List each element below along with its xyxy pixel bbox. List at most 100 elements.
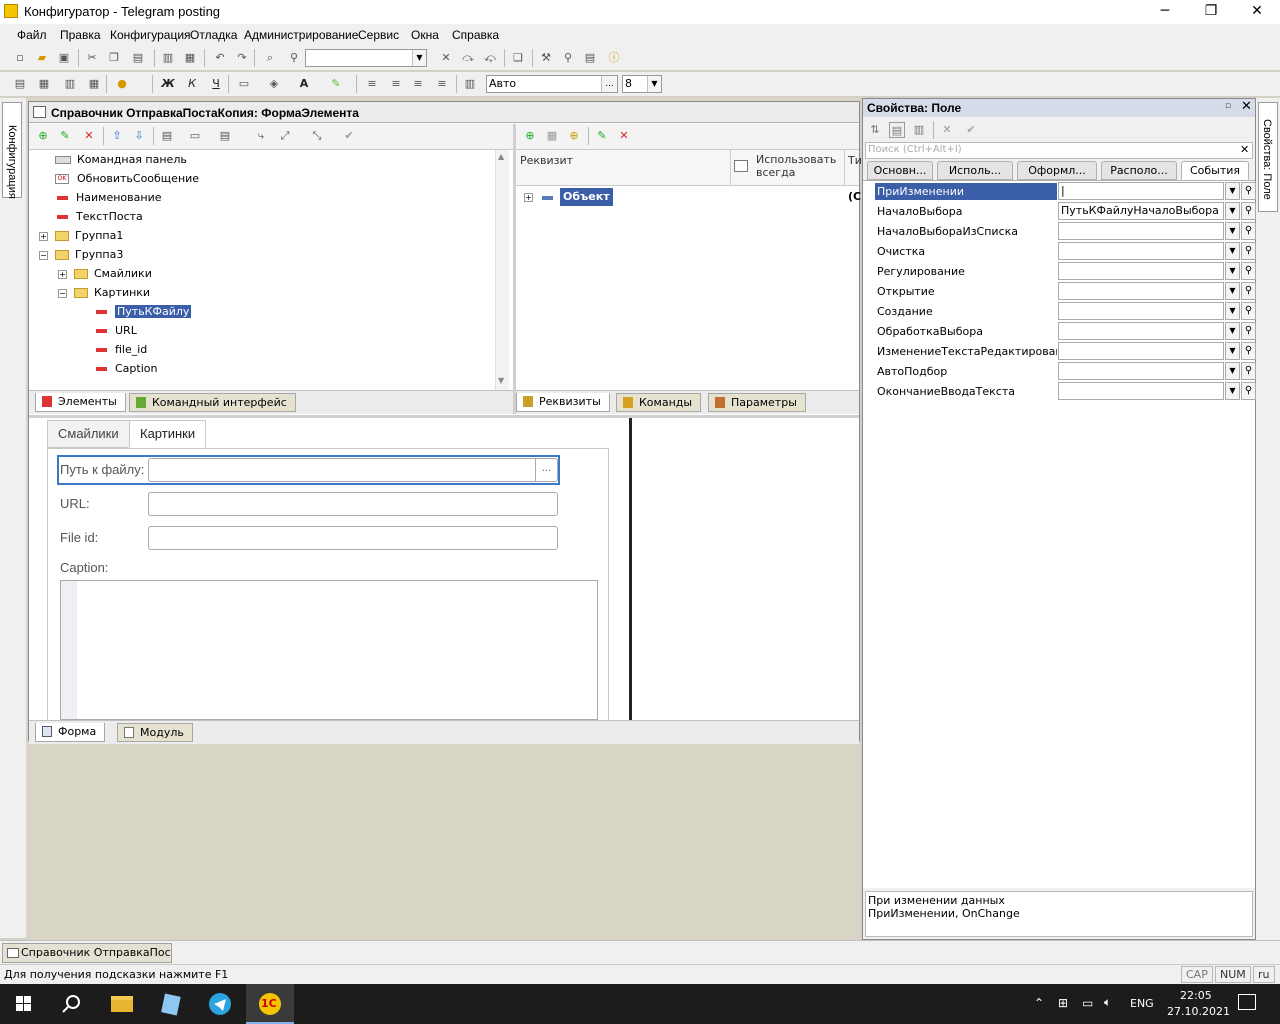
prop-tab-events[interactable]: События xyxy=(1181,161,1249,180)
property-row[interactable]: ИзменениеТекстаРедактирования ▼ ⚲ xyxy=(873,341,1256,361)
clock-time[interactable]: 22:05 xyxy=(1180,989,1212,1002)
preview-tab-smileys[interactable]: Смайлики xyxy=(47,420,130,448)
search-icon[interactable]: ⚲ xyxy=(1241,182,1256,200)
underline-icon[interactable]: Ч xyxy=(208,76,224,92)
syntax-assistant-icon[interactable]: ⚒ xyxy=(538,50,554,66)
property-value[interactable] xyxy=(1058,382,1224,400)
tab-form[interactable]: Форма xyxy=(35,723,106,742)
chevron-down-icon[interactable]: ▼ xyxy=(1225,322,1240,340)
chevron-down-icon[interactable]: ▼ xyxy=(1225,302,1240,320)
property-value[interactable] xyxy=(1058,302,1224,320)
language-indicator[interactable]: ru xyxy=(1253,966,1275,983)
search-icon[interactable]: ⚲ xyxy=(1241,242,1256,260)
move-up-icon[interactable]: ⇧ xyxy=(109,128,125,144)
resize-icon[interactable]: ⤢ xyxy=(277,128,293,144)
clear-search-icon[interactable]: ✕ xyxy=(1240,143,1249,156)
tree-item-post-text[interactable]: ТекстПоста xyxy=(57,207,143,226)
tree-item-pictures[interactable]: Картинки xyxy=(74,283,150,302)
tree-item-group3[interactable]: Группа3 xyxy=(55,245,123,264)
notifications-icon[interactable] xyxy=(1238,994,1256,1010)
property-row[interactable]: Создание ▼ ⚲ xyxy=(873,301,1256,321)
delete-icon[interactable]: ✕ xyxy=(81,128,97,144)
close-button[interactable]: ✕ xyxy=(1234,0,1280,24)
property-row[interactable]: АвтоПодбор ▼ ⚲ xyxy=(873,361,1256,381)
database-icon[interactable]: ▥ xyxy=(62,76,78,92)
prop-tab-appearance[interactable]: Оформл... xyxy=(1017,161,1097,180)
expand-icon[interactable]: ⤡ xyxy=(309,128,325,144)
file-path-input[interactable]: ... xyxy=(148,458,558,482)
font-dots-button[interactable]: ... xyxy=(601,76,617,92)
search-icon[interactable]: ⚲ xyxy=(1241,362,1256,380)
scroll-down-icon[interactable]: ▼ xyxy=(498,376,504,385)
categories-icon[interactable]: ▤ xyxy=(889,122,905,138)
clock-date[interactable]: 27.10.2021 xyxy=(1167,1005,1230,1018)
properties-icon[interactable]: ▤ xyxy=(159,128,175,144)
search-icon[interactable]: ⚲ xyxy=(286,50,302,66)
open-icon[interactable]: ▰ xyxy=(34,50,50,66)
scroll-up-icon[interactable]: ▲ xyxy=(498,152,504,161)
tab-module[interactable]: Модуль xyxy=(117,723,193,742)
chevron-down-icon[interactable]: ▼ xyxy=(1225,282,1240,300)
font-size-combo[interactable]: 8 ▼ xyxy=(622,75,662,93)
chevron-down-icon[interactable]: ▼ xyxy=(1225,202,1240,220)
font-color-icon[interactable]: A xyxy=(296,76,312,92)
tree-item-file-path[interactable]: ПутьКФайлу xyxy=(96,302,192,321)
fill-color-icon[interactable]: ◈ xyxy=(266,76,282,92)
edit-icon[interactable]: ✎ xyxy=(57,128,73,144)
search-icon[interactable]: ⚲ xyxy=(1241,222,1256,240)
chevron-down-icon[interactable]: ▼ xyxy=(1225,382,1240,400)
property-value[interactable]: ПутьКФайлуНачалоВыбора xyxy=(1058,202,1224,220)
network-icon[interactable]: ⊞ xyxy=(1058,996,1068,1010)
chevron-down-icon[interactable]: ▼ xyxy=(647,76,661,92)
group-icon[interactable]: ▭ xyxy=(187,128,203,144)
volume-icon[interactable]: 🔈︎ xyxy=(1104,995,1111,1010)
find-in-icon[interactable]: ⌕ xyxy=(262,50,278,66)
property-value[interactable] xyxy=(1058,342,1224,360)
chevron-down-icon[interactable]: ▼ xyxy=(1225,222,1240,240)
filter-icon[interactable]: ▥ xyxy=(911,122,927,138)
tree-item-command-panel[interactable]: Командная панель xyxy=(55,150,187,169)
table-attribute-icon[interactable]: ▦ xyxy=(544,128,560,144)
expand-icon[interactable]: + xyxy=(58,270,67,279)
link-icon[interactable]: ⤷ xyxy=(253,128,269,144)
url-input[interactable] xyxy=(148,492,558,516)
sort-icon[interactable]: ⇅ xyxy=(867,122,883,138)
menu-edit[interactable]: Правка xyxy=(60,28,101,42)
cut-icon[interactable]: ✂ xyxy=(84,50,100,66)
window-list-item[interactable]: Справочник ОтправкаПоста... xyxy=(2,943,172,963)
tree-item-group1[interactable]: Группа1 xyxy=(55,226,123,245)
search-icon[interactable]: ⚲ xyxy=(1241,202,1256,220)
property-row[interactable]: Открытие ▼ ⚲ xyxy=(873,281,1256,301)
font-combo[interactable]: Авто... xyxy=(486,75,618,93)
column-attribute[interactable]: Реквизит xyxy=(520,154,573,167)
property-value[interactable] xyxy=(1058,282,1224,300)
search-icon[interactable]: ⚲ xyxy=(1241,322,1256,340)
expand-icon[interactable]: + xyxy=(524,193,533,202)
property-value[interactable] xyxy=(1058,362,1224,380)
file-path-select-button[interactable]: ... xyxy=(535,459,557,481)
configuration-panel-tab[interactable]: Конфигурация xyxy=(2,102,22,199)
menu-file[interactable]: Файл xyxy=(17,28,47,42)
prop-tab-usage[interactable]: Исполь... xyxy=(937,161,1013,180)
property-row[interactable]: НачалоВыбора ПутьКФайлуНачалоВыбора ▼ ⚲ xyxy=(873,201,1256,221)
caption-textarea[interactable] xyxy=(60,580,598,720)
start-button[interactable] xyxy=(0,984,48,1024)
tree-item-caption[interactable]: Caption xyxy=(96,359,157,378)
move-down-icon[interactable]: ⇩ xyxy=(131,128,147,144)
taskbar-explorer[interactable] xyxy=(98,984,146,1024)
save-icon[interactable]: ▣ xyxy=(56,50,72,66)
tree-item-smileys[interactable]: Смайлики xyxy=(74,264,152,283)
chevron-down-icon[interactable]: ▼ xyxy=(1225,342,1240,360)
search-icon[interactable]: ⚲ xyxy=(1241,262,1256,280)
attribute-object[interactable]: Объект xyxy=(560,188,613,206)
help-index-icon[interactable]: ▤ xyxy=(582,50,598,66)
paste-icon[interactable]: ▤ xyxy=(130,50,146,66)
italic-icon[interactable]: К xyxy=(184,76,200,92)
prop-tab-main[interactable]: Основн... xyxy=(867,161,933,180)
menu-debug[interactable]: Отладка xyxy=(190,28,237,42)
align-right-icon[interactable]: ≡ xyxy=(410,76,426,92)
property-value[interactable]: | xyxy=(1058,182,1224,200)
chevron-up-icon[interactable]: ⌃ xyxy=(1034,996,1044,1010)
chevron-down-icon[interactable]: ▼ xyxy=(412,50,426,66)
property-row[interactable]: ОкончаниеВводаТекста ▼ ⚲ xyxy=(873,381,1256,401)
